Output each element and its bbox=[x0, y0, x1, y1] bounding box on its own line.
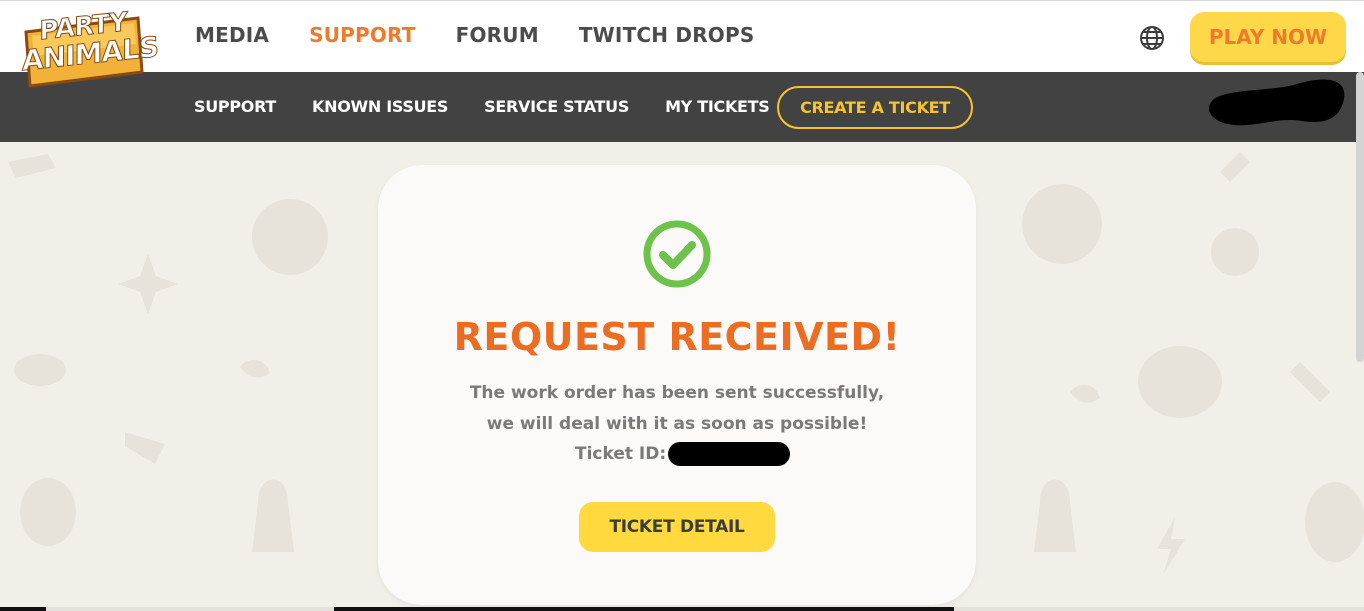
message-line-2: we will deal with it as soon as possible… bbox=[486, 414, 868, 434]
subnav-my-tickets-link[interactable]: MY TICKETS bbox=[665, 97, 770, 116]
bottom-edge bbox=[0, 607, 1364, 611]
top-navigation-bar: MEDIA SUPPORT FORUM TWITCH DROPS PLAY NO… bbox=[0, 0, 1364, 72]
main-nav: MEDIA SUPPORT FORUM TWITCH DROPS bbox=[195, 23, 794, 47]
subnav-service-status-link[interactable]: SERVICE STATUS bbox=[484, 97, 629, 116]
page-scrollbar[interactable] bbox=[1356, 72, 1364, 362]
play-now-button[interactable]: PLAY NOW bbox=[1190, 12, 1346, 62]
logo-text: PARTY ANIMALS bbox=[22, 7, 159, 78]
party-animals-logo[interactable]: PARTY ANIMALS bbox=[22, 7, 159, 90]
nav-twitch-drops-link[interactable]: TWITCH DROPS bbox=[579, 23, 755, 47]
globe-icon[interactable] bbox=[1139, 25, 1165, 51]
support-sub-navigation: SUPPORT KNOWN ISSUES SERVICE STATUS MY T… bbox=[0, 72, 1364, 142]
confirmation-title: REQUEST RECEIVED! bbox=[453, 315, 901, 359]
nav-support-link[interactable]: SUPPORT bbox=[309, 23, 416, 47]
subnav-links: SUPPORT KNOWN ISSUES SERVICE STATUS MY T… bbox=[194, 97, 806, 116]
nav-forum-link[interactable]: FORUM bbox=[456, 23, 539, 47]
ticket-id-label: Ticket ID: bbox=[575, 444, 667, 464]
subnav-known-issues-link[interactable]: KNOWN ISSUES bbox=[312, 97, 448, 116]
confirmation-message: The work order has been sent successfull… bbox=[378, 378, 976, 440]
ticket-id-row: Ticket ID: bbox=[575, 441, 791, 467]
check-circle-icon bbox=[643, 220, 711, 288]
subnav-support-link[interactable]: SUPPORT bbox=[194, 97, 276, 116]
ticket-detail-button[interactable]: TICKET DETAIL bbox=[579, 502, 775, 552]
redacted-ticket-id bbox=[668, 442, 791, 466]
create-ticket-button[interactable]: CREATE A TICKET bbox=[777, 86, 973, 129]
redacted-user-account[interactable] bbox=[1208, 75, 1350, 131]
request-received-card: REQUEST RECEIVED! The work order has bee… bbox=[378, 165, 976, 605]
nav-media-link[interactable]: MEDIA bbox=[195, 23, 269, 47]
message-line-1: The work order has been sent successfull… bbox=[469, 383, 885, 403]
